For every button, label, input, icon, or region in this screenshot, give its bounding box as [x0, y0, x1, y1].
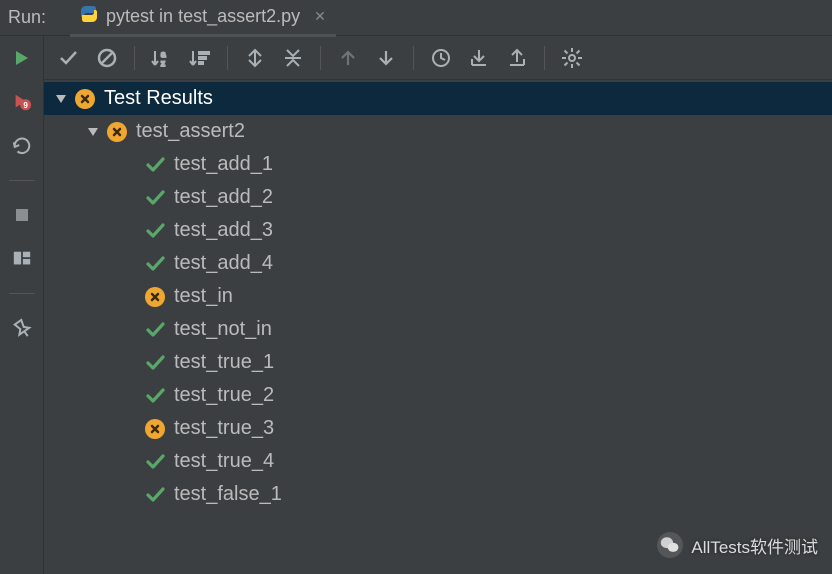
pin-button[interactable]: [8, 316, 36, 340]
check-icon: [144, 253, 166, 275]
test-tree[interactable]: Test Results test_assert2 test_add_1 test_a…: [44, 80, 832, 574]
test-history-button[interactable]: [424, 43, 458, 73]
node-label: test_true_3: [174, 417, 274, 440]
show-ignored-button[interactable]: [90, 43, 124, 73]
tree-test[interactable]: test_true_2: [44, 379, 832, 412]
watermark-text: AllTests软件测试: [691, 533, 818, 558]
tree-test[interactable]: test_add_1: [44, 148, 832, 181]
tree-test[interactable]: test_true_1: [44, 346, 832, 379]
next-failed-button[interactable]: [369, 43, 403, 73]
check-icon: [144, 352, 166, 374]
python-icon: [80, 5, 98, 28]
wechat-icon: [657, 532, 683, 558]
warn-icon: [144, 418, 166, 440]
tree-test[interactable]: test_add_2: [44, 181, 832, 214]
warn-icon: [144, 286, 166, 308]
node-label: test_add_3: [174, 219, 273, 242]
check-icon: [144, 319, 166, 341]
node-label: test_not_in: [174, 318, 272, 341]
node-label: test_add_2: [174, 186, 273, 209]
sort-alpha-button[interactable]: [145, 43, 179, 73]
close-icon[interactable]: ✕: [314, 8, 326, 25]
check-icon: [144, 154, 166, 176]
node-label: test_true_2: [174, 384, 274, 407]
tree-test[interactable]: test_true_4: [44, 445, 832, 478]
node-label: test_true_1: [174, 351, 274, 374]
node-label: test_add_1: [174, 153, 273, 176]
tree-test[interactable]: test_in: [44, 280, 832, 313]
check-icon: [144, 451, 166, 473]
run-button[interactable]: [8, 46, 36, 70]
node-label: test_in: [174, 285, 233, 308]
run-config-tab[interactable]: pytest in test_assert2.py ✕: [70, 0, 336, 37]
node-label: test_false_1: [174, 483, 282, 506]
collapse-all-button[interactable]: [276, 43, 310, 73]
check-icon: [144, 385, 166, 407]
tree-root[interactable]: Test Results: [44, 82, 832, 115]
check-icon: [144, 220, 166, 242]
test-toolbar: [44, 36, 832, 80]
check-icon: [144, 484, 166, 506]
export-results-button[interactable]: [500, 43, 534, 73]
node-label: test_true_4: [174, 450, 274, 473]
tree-test[interactable]: test_true_3: [44, 412, 832, 445]
separator: [9, 293, 35, 294]
separator: [9, 180, 35, 181]
node-label: test_add_4: [174, 252, 273, 275]
show-passed-button[interactable]: [52, 43, 86, 73]
tree-test[interactable]: test_false_1: [44, 478, 832, 511]
warn-icon: [106, 121, 128, 143]
node-label: Test Results: [104, 87, 213, 110]
expand-all-button[interactable]: [238, 43, 272, 73]
stop-button[interactable]: [8, 203, 36, 227]
run-header: Run: pytest in test_assert2.py ✕: [0, 0, 832, 36]
gutter: [0, 36, 44, 574]
prev-failed-button[interactable]: [331, 43, 365, 73]
tree-module[interactable]: test_assert2: [44, 115, 832, 148]
warn-icon: [74, 88, 96, 110]
sort-duration-button[interactable]: [183, 43, 217, 73]
tab-title: pytest in test_assert2.py: [106, 6, 300, 27]
run-label: Run:: [6, 7, 52, 28]
watermark: AllTests软件测试: [657, 532, 818, 558]
tree-test[interactable]: test_not_in: [44, 313, 832, 346]
node-label: test_assert2: [136, 120, 245, 143]
check-icon: [144, 187, 166, 209]
tree-test[interactable]: test_add_3: [44, 214, 832, 247]
chevron-down-icon[interactable]: [84, 123, 102, 141]
settings-button[interactable]: [555, 43, 589, 73]
chevron-down-icon[interactable]: [52, 90, 70, 108]
toggle-autotest-button[interactable]: [8, 134, 36, 158]
import-results-button[interactable]: [462, 43, 496, 73]
rerun-failed-button[interactable]: [8, 90, 36, 114]
layout-button[interactable]: [8, 247, 36, 271]
tree-test[interactable]: test_add_4: [44, 247, 832, 280]
